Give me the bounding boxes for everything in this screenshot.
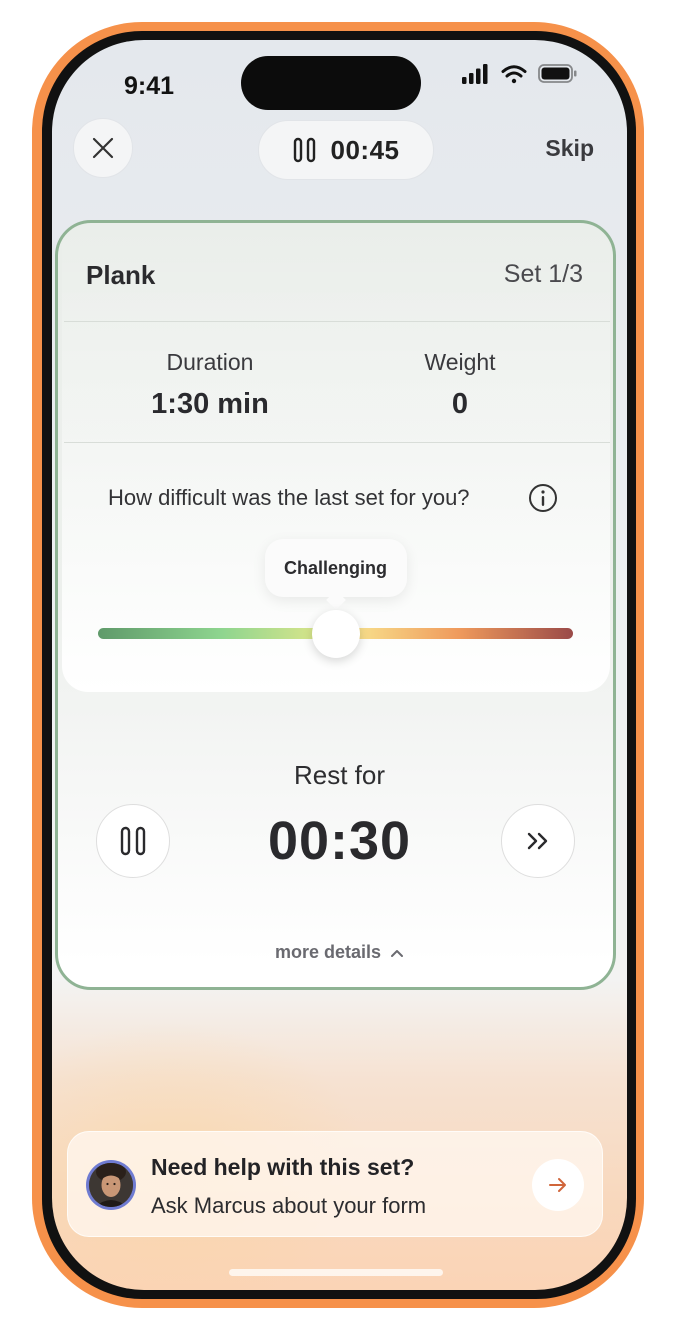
skip-button[interactable]: Skip xyxy=(545,135,594,162)
avatar xyxy=(86,1160,136,1210)
rest-label: Rest for xyxy=(293,760,386,790)
duration-stat: Duration 1:30 min xyxy=(110,349,310,421)
fast-forward-icon xyxy=(527,832,548,850)
help-arrow-button[interactable] xyxy=(532,1159,584,1211)
stat-value: 1:30 min xyxy=(151,388,269,420)
difficulty-tooltip: Challenging xyxy=(264,539,407,597)
divider xyxy=(64,442,610,443)
pause-icon xyxy=(293,137,315,163)
difficulty-question: How difficult was the last set for you? xyxy=(108,485,470,510)
help-card[interactable]: Need help with this set? Ask Marcus abou… xyxy=(67,1131,603,1237)
avatar-image xyxy=(89,1163,133,1207)
info-icon[interactable] xyxy=(528,483,558,513)
pause-rest-button[interactable] xyxy=(96,804,170,878)
avatar-portrait xyxy=(89,1163,133,1207)
stat-label: Weight xyxy=(424,349,496,375)
battery-icon xyxy=(538,64,577,83)
help-title: Need help with this set? xyxy=(151,1154,415,1180)
stat-label: Duration xyxy=(166,349,254,375)
chevron-up-icon xyxy=(391,950,404,958)
divider xyxy=(64,321,610,322)
workout-timer-pill[interactable]: 00:45 xyxy=(258,120,434,180)
close-icon xyxy=(92,137,114,159)
status-icons xyxy=(462,64,577,84)
exercise-name: Plank xyxy=(86,260,156,290)
pause-icon xyxy=(120,826,146,856)
difficulty-slider-thumb[interactable] xyxy=(311,610,360,658)
signal-icon xyxy=(462,64,488,84)
arrow-right-icon xyxy=(549,1178,566,1192)
more-details-toggle[interactable]: more details xyxy=(52,942,627,963)
wifi-icon xyxy=(501,65,527,84)
screen: 9:41 00:45 Skip Plank Set 1/3 Duration 1… xyxy=(52,40,627,1290)
status-time: 9:41 xyxy=(124,72,175,100)
close-button[interactable] xyxy=(73,118,133,178)
stat-value: 0 xyxy=(451,388,469,420)
set-counter: Set 1/3 xyxy=(503,260,583,288)
workout-timer: 00:45 xyxy=(330,134,400,165)
weight-stat: Weight 0 xyxy=(360,349,560,421)
skip-rest-button[interactable] xyxy=(501,804,575,878)
more-details-label: more details xyxy=(274,942,382,962)
dynamic-island xyxy=(241,56,421,110)
home-indicator xyxy=(229,1269,443,1276)
help-subtitle: Ask Marcus about your form xyxy=(151,1193,427,1218)
